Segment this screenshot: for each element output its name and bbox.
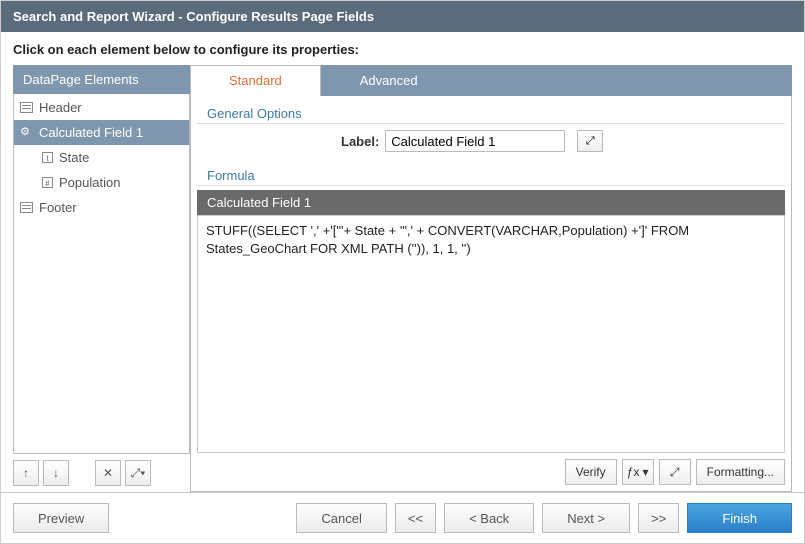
elements-tree: Header Calculated Field 1 t State # Popu… <box>13 94 190 454</box>
calc-icon <box>20 127 33 138</box>
footer-bar: Preview Cancel << < Back Next > >> Finis… <box>1 492 804 543</box>
expand-label-button[interactable]: ⤢ <box>577 130 603 152</box>
general-options-section: General Options <box>197 96 785 124</box>
number-field-icon: # <box>42 177 53 188</box>
instruction-text: Click on each element below to configure… <box>1 32 804 65</box>
fx-button[interactable]: ƒx▾ <box>622 459 654 485</box>
tabs: Standard Advanced <box>190 65 792 96</box>
formatting-button[interactable]: Formatting... <box>696 459 785 485</box>
arrow-down-icon: ↓ <box>53 466 59 480</box>
move-down-button[interactable]: ↓ <box>43 460 69 486</box>
left-toolbar: ↑ ↓ ✕ ⤢▾ <box>13 454 190 492</box>
section-icon <box>20 202 33 213</box>
label-caption: Label: <box>341 134 379 149</box>
window-title: Search and Report Wizard - Configure Res… <box>1 1 804 32</box>
left-panel: DataPage Elements Header Calculated Fiel… <box>13 65 190 492</box>
insert-button[interactable]: ⤢▾ <box>125 460 151 486</box>
first-page-button[interactable]: << <box>395 503 436 533</box>
tree-label: Footer <box>39 200 77 215</box>
tree-item-population[interactable]: # Population <box>14 170 189 195</box>
finish-button[interactable]: Finish <box>687 503 792 533</box>
label-row: Label: ⤢ <box>191 124 791 158</box>
tab-standard[interactable]: Standard <box>190 65 321 96</box>
delete-button[interactable]: ✕ <box>95 460 121 486</box>
expand-formula-button[interactable]: ⤢ <box>659 459 691 485</box>
tree-label: Calculated Field 1 <box>39 125 143 140</box>
arrow-up-icon: ↑ <box>23 466 29 480</box>
formula-toolbar: Verify ƒx▾ ⤢ Formatting... <box>191 453 791 491</box>
next-button[interactable]: Next > <box>542 503 630 533</box>
tree-label: Header <box>39 100 82 115</box>
verify-button[interactable]: Verify <box>565 459 617 485</box>
tree-item-calculated-field-1[interactable]: Calculated Field 1 <box>14 120 189 145</box>
datapage-elements-header: DataPage Elements <box>13 65 190 94</box>
label-input[interactable] <box>385 130 565 152</box>
tree-label: State <box>59 150 89 165</box>
tab-body: General Options Label: ⤢ Formula Calcula… <box>190 96 792 492</box>
content-area: DataPage Elements Header Calculated Fiel… <box>1 65 804 492</box>
tab-advanced[interactable]: Advanced <box>321 65 457 96</box>
fx-icon: ƒx <box>627 465 640 479</box>
text-field-icon: t <box>42 152 53 163</box>
section-icon <box>20 102 33 113</box>
tab-filler <box>457 65 792 96</box>
formula-body[interactable]: STUFF((SELECT ',' +'["'+ State + '",' + … <box>197 215 785 453</box>
formula-header: Calculated Field 1 <box>197 190 785 215</box>
tree-item-state[interactable]: t State <box>14 145 189 170</box>
wizard-window: Search and Report Wizard - Configure Res… <box>0 0 805 544</box>
preview-button[interactable]: Preview <box>13 503 109 533</box>
tree-item-footer[interactable]: Footer <box>14 195 189 220</box>
cancel-button[interactable]: Cancel <box>296 503 386 533</box>
close-icon: ✕ <box>103 466 113 480</box>
tree-item-header[interactable]: Header <box>14 95 189 120</box>
last-page-button[interactable]: >> <box>638 503 679 533</box>
expand-icon: ⤢ <box>586 135 595 148</box>
move-up-button[interactable]: ↑ <box>13 460 39 486</box>
right-panel: Standard Advanced General Options Label:… <box>190 65 792 492</box>
insert-icon: ⤢▾ <box>131 466 146 481</box>
back-button[interactable]: < Back <box>444 503 534 533</box>
tree-label: Population <box>59 175 120 190</box>
expand-icon: ⤢ <box>670 465 680 480</box>
formula-section: Formula <box>197 158 785 186</box>
chevron-down-icon: ▾ <box>642 465 648 479</box>
